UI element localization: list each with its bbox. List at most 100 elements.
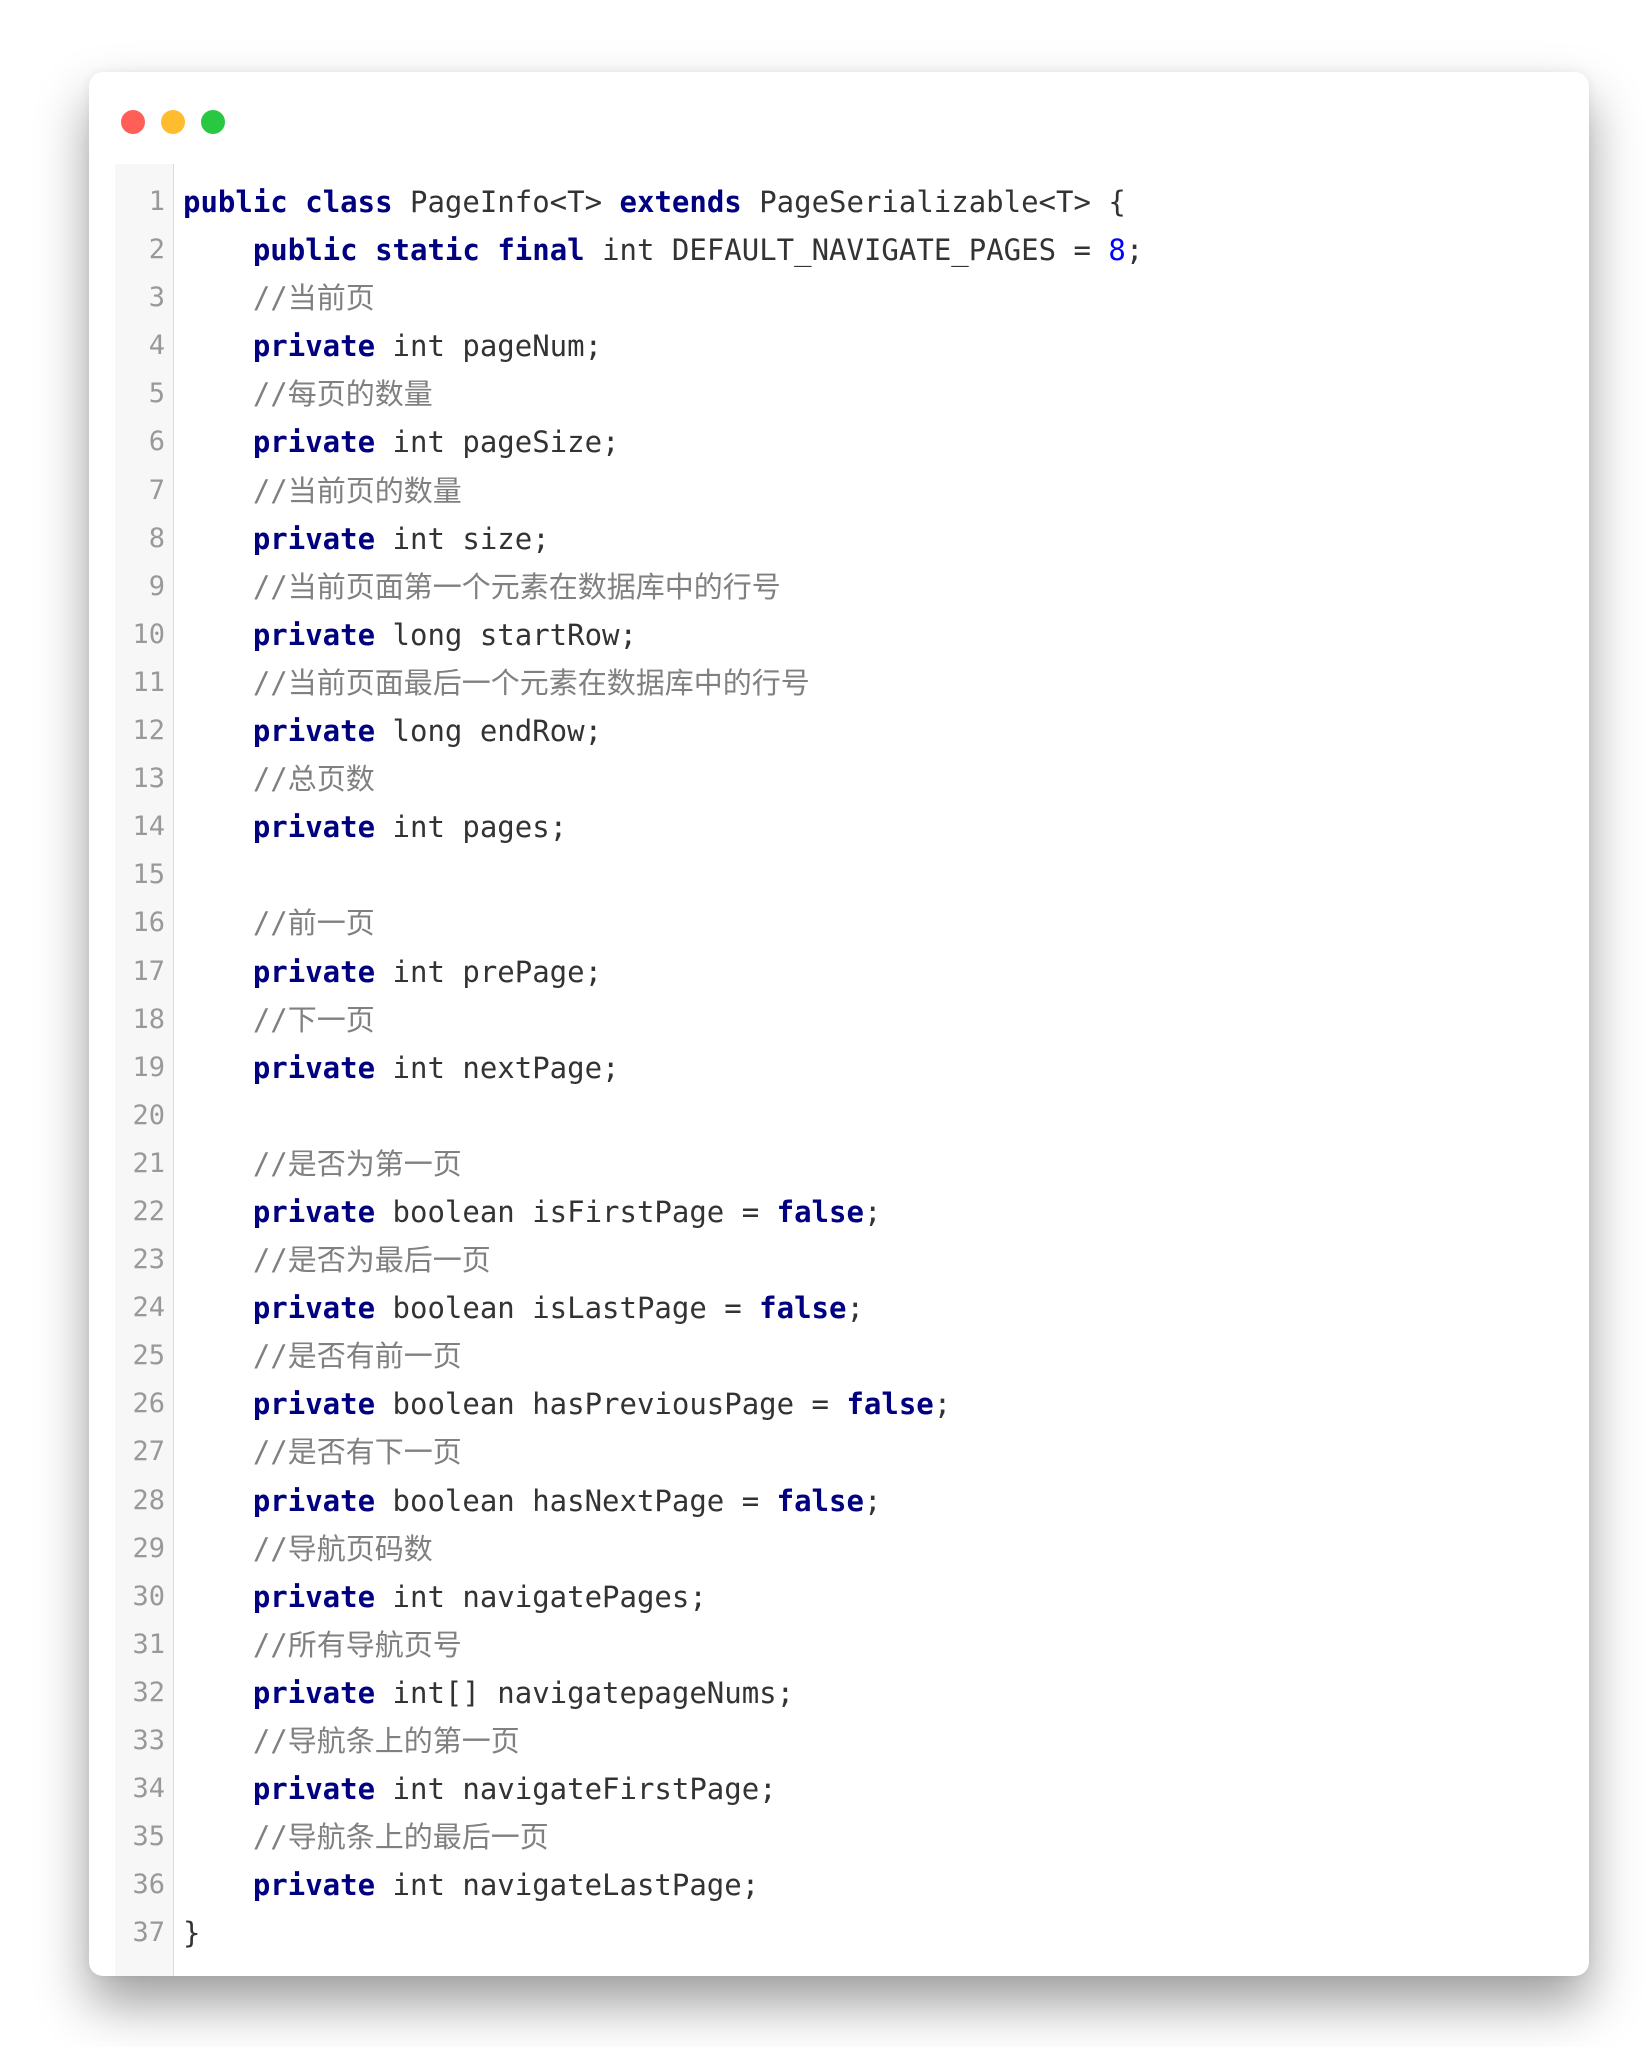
code-line: 20	[115, 1092, 1589, 1140]
code-text: //总页数	[183, 755, 375, 803]
keyword-token: static	[375, 233, 480, 268]
line-number: 17	[132, 955, 165, 987]
code-line: 33 //导航条上的第一页	[115, 1717, 1589, 1765]
line-number: 27	[132, 1436, 165, 1468]
close-button[interactable]	[121, 110, 145, 134]
text-token: PageSerializable<T> {	[741, 185, 1126, 219]
text-token: int prePage;	[375, 954, 603, 989]
line-number: 20	[132, 1099, 165, 1131]
code-text: }	[183, 1909, 200, 1957]
code-line: 17 private int prePage;	[115, 948, 1589, 996]
code-line: 32 private int[] navigatepageNums;	[115, 1669, 1589, 1717]
text-token: ;	[933, 1387, 952, 1422]
code-text: //是否为第一页	[183, 1140, 462, 1188]
line-number: 26	[132, 1388, 165, 1420]
line-number: 4	[148, 330, 165, 362]
code-line: 22 private boolean isFirstPage = false;	[115, 1188, 1589, 1236]
line-number: 35	[132, 1821, 165, 1853]
code-line: 34 private int navigateFirstPage;	[115, 1765, 1589, 1813]
code-text: private int navigateFirstPage;	[183, 1765, 777, 1813]
comment-token: //当前页面最后一个元素在数据库中的行号	[252, 665, 810, 700]
keyword-token: private	[252, 1772, 376, 1807]
keyword-token: public	[252, 233, 358, 268]
minimize-button[interactable]	[161, 110, 185, 134]
comment-token: //是否为第一页	[252, 1146, 462, 1181]
code-line: 36 private int navigateLastPage;	[115, 1861, 1589, 1909]
window-titlebar	[89, 72, 1589, 162]
comment-token: //下一页	[252, 1002, 375, 1037]
code-text: //下一页	[183, 996, 375, 1044]
code-text: //所有导航页号	[183, 1621, 462, 1669]
line-number: 28	[132, 1484, 165, 1516]
keyword-token: private	[252, 1579, 376, 1614]
keyword-token: private	[252, 1291, 376, 1326]
keyword-token: private	[252, 1483, 376, 1518]
line-number: 15	[132, 859, 165, 891]
keyword-token: private	[252, 521, 376, 556]
text-token: int[] navigatepageNums;	[375, 1675, 795, 1710]
code-text: private long endRow;	[183, 707, 602, 755]
line-number: 31	[132, 1628, 165, 1660]
line-number: 8	[148, 522, 165, 554]
code-text: //是否有前一页	[183, 1332, 462, 1380]
code-text: //前一页	[183, 899, 375, 947]
line-number: 12	[132, 715, 165, 747]
text-token: boolean isFirstPage =	[375, 1194, 777, 1229]
code-line: 14 private int pages;	[115, 803, 1589, 851]
code-line: 18 //下一页	[115, 996, 1589, 1044]
code-editor[interactable]: 1 public class PageInfo<T> extends PageSe…	[115, 164, 1589, 1976]
code-line: 26 private boolean hasPreviousPage = fal…	[115, 1380, 1589, 1428]
code-text: //每页的数量	[183, 370, 433, 418]
code-line: 27 //是否有下一页	[115, 1428, 1589, 1476]
code-text: private boolean isFirstPage = false;	[183, 1188, 882, 1236]
code-text: //当前页面最后一个元素在数据库中的行号	[183, 659, 810, 707]
code-line: 21 //是否为第一页	[115, 1140, 1589, 1188]
keyword-token: false	[776, 1194, 864, 1229]
keyword-token: private	[252, 617, 376, 652]
code-text: public class PageInfo<T> extends PageSer…	[183, 178, 1126, 226]
comment-token: //每页的数量	[252, 377, 433, 412]
maximize-button[interactable]	[201, 110, 225, 134]
keyword-token: private	[252, 1050, 376, 1085]
code-line: 6 private int pageSize;	[115, 418, 1589, 466]
code-line: 3 //当前页	[115, 274, 1589, 322]
text-token: ;	[863, 1194, 882, 1229]
text-token: ;	[846, 1291, 864, 1326]
keyword-token: private	[252, 1868, 376, 1903]
line-number: 32	[132, 1676, 165, 1708]
line-number: 37	[132, 1917, 165, 1949]
line-number: 18	[132, 1003, 165, 1035]
comment-token: //是否有前一页	[252, 1339, 462, 1374]
text-token: int pageSize;	[375, 425, 620, 460]
line-number: 25	[132, 1340, 165, 1372]
comment-token: //所有导航页号	[252, 1627, 462, 1662]
code-text: private int navigateLastPage;	[183, 1861, 759, 1909]
comment-token: //前一页	[252, 906, 375, 941]
text-token: int DEFAULT_NAVIGATE_PAGES =	[584, 233, 1109, 268]
keyword-token: false	[776, 1483, 864, 1518]
code-text: private int prePage;	[183, 948, 602, 996]
line-number: 19	[132, 1051, 165, 1083]
code-text: private int[] navigatepageNums;	[183, 1669, 794, 1717]
code-text: private int pageNum;	[183, 322, 602, 370]
text-token: long startRow;	[375, 617, 637, 652]
code-text: //当前页的数量	[183, 467, 462, 515]
keyword-token: private	[252, 714, 376, 749]
keyword-token: false	[759, 1291, 847, 1326]
